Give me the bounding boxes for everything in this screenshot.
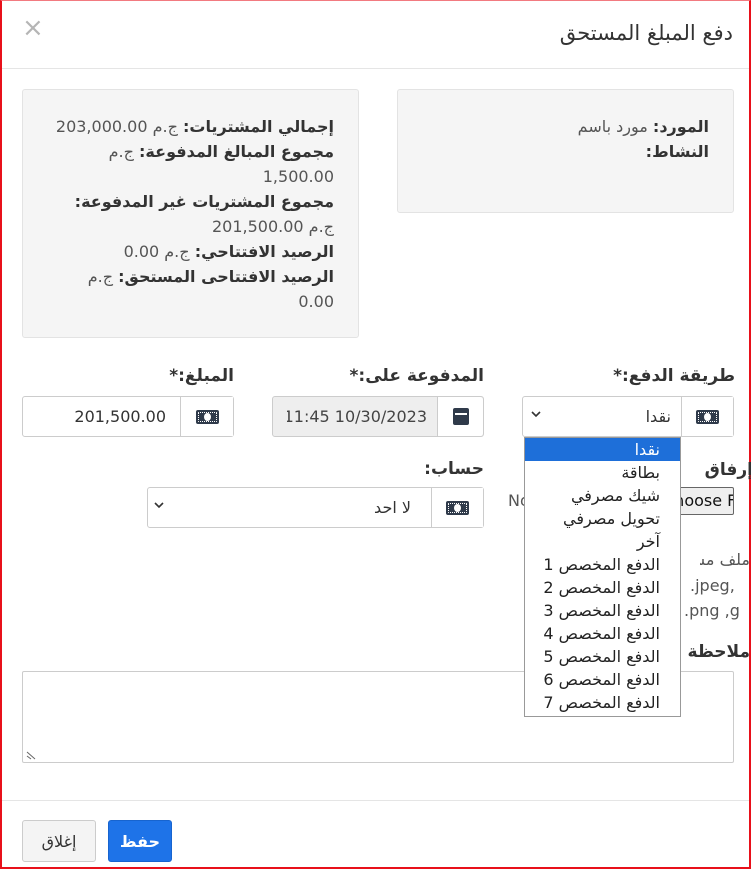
payment-method-select[interactable]: نقدا bbox=[522, 396, 734, 437]
supplier-value: مورد باسم bbox=[577, 117, 648, 136]
save-button[interactable]: حفظ bbox=[108, 820, 172, 862]
calendar-icon-addon bbox=[437, 397, 483, 436]
opening-balance-label: الرصيد الافتتاحي: bbox=[194, 242, 334, 261]
payment-method-value: نقدا bbox=[645, 407, 671, 426]
payment-option[interactable]: الدفع المخصص 4 bbox=[525, 622, 680, 645]
amount-label: المبلغ:* bbox=[169, 366, 234, 386]
total-purchases-label: إجمالي المشتريات: bbox=[183, 117, 334, 136]
activity-row: النشاط: bbox=[422, 139, 709, 164]
amount-input[interactable]: 201,500.00 bbox=[22, 396, 234, 437]
account-value: لا احد bbox=[374, 498, 411, 517]
unpaid-value: ج.م 201,500.00 bbox=[211, 217, 334, 236]
choose-file-button[interactable]: Choose File bbox=[676, 487, 734, 515]
unpaid-label: مجموع المشتريات غير المدفوعة: bbox=[74, 192, 334, 211]
chevron-down-icon bbox=[531, 411, 541, 418]
payment-option[interactable]: تحويل مصرفي bbox=[525, 507, 680, 530]
choose-file-label: Choose File bbox=[676, 491, 733, 510]
payment-option[interactable]: بطاقة bbox=[525, 461, 680, 484]
file-hint-3: .png ,g bbox=[684, 601, 740, 620]
opening-due-value: 0.00 bbox=[298, 292, 334, 311]
file-hint-1: ملف مس bbox=[700, 550, 750, 569]
total-purchases-row: إجمالي المشتريات: ج.م 203,000.00 bbox=[47, 114, 334, 139]
paid-on-value: 10/30/2023 11:45 bbox=[287, 407, 427, 426]
money-icon-addon bbox=[431, 488, 483, 527]
money-icon bbox=[446, 500, 469, 515]
attach-label: إرفاق bbox=[704, 460, 751, 480]
payment-method-dropdown[interactable]: نقدا بطاقة شيك مصرفي تحويل مصرفي آخر الد… bbox=[524, 437, 681, 717]
total-paid-row: مجموع المبالغ المدفوعة: ج.م 1,500.00 bbox=[47, 139, 334, 189]
payment-option[interactable]: الدفع المخصص 5 bbox=[525, 645, 680, 668]
total-paid-value: 1,500.00 bbox=[262, 167, 334, 186]
money-icon-addon bbox=[681, 397, 733, 436]
payment-summary-box: إجمالي المشتريات: ج.م 203,000.00 مجموع ا… bbox=[22, 89, 359, 338]
payment-option[interactable]: شيك مصرفي bbox=[525, 484, 680, 507]
supplier-info-box: المورد: مورد باسم النشاط: bbox=[397, 89, 734, 213]
paid-on-label: المدفوعة على:* bbox=[349, 366, 485, 386]
total-paid-currency: ج.م bbox=[108, 142, 134, 161]
file-hint-2: .jpeg, bbox=[690, 576, 735, 595]
money-icon-addon bbox=[180, 397, 233, 436]
payment-option[interactable]: نقدا bbox=[525, 438, 680, 461]
payment-option[interactable]: الدفع المخصص 6 bbox=[525, 668, 680, 691]
modal-header: دفع المبلغ المستحق × bbox=[2, 1, 749, 69]
opening-due-label: الرصيد الافتتاحى المستحق: bbox=[118, 267, 334, 286]
money-icon bbox=[696, 409, 719, 424]
payment-method-label: طريقة الدفع:* bbox=[613, 366, 735, 386]
close-button[interactable]: إغلاق bbox=[22, 820, 96, 862]
unpaid-row: مجموع المشتريات غير المدفوعة: ج.م 201,50… bbox=[47, 189, 334, 239]
account-select[interactable]: لا احد bbox=[147, 487, 484, 528]
opening-balance-row: الرصيد الافتتاحي: ج.م 0.00 bbox=[47, 239, 334, 264]
total-purchases-value: ج.م 203,000.00 bbox=[55, 117, 178, 136]
amount-value: 201,500.00 bbox=[74, 407, 166, 426]
close-icon[interactable]: × bbox=[22, 15, 44, 41]
payment-option[interactable]: آخر bbox=[525, 530, 680, 553]
money-icon bbox=[195, 409, 219, 424]
supplier-label: المورد: bbox=[652, 117, 709, 136]
footer-divider bbox=[2, 800, 749, 801]
payment-option[interactable]: الدفع المخصص 7 bbox=[525, 691, 680, 714]
opening-due-currency: ج.م bbox=[87, 267, 114, 286]
total-paid-label: مجموع المبالغ المدفوعة: bbox=[139, 142, 334, 161]
calendar-icon bbox=[452, 408, 469, 425]
payment-option[interactable]: الدفع المخصص 2 bbox=[525, 576, 680, 599]
activity-label: النشاط: bbox=[645, 142, 709, 161]
resize-handle-icon[interactable] bbox=[26, 750, 36, 760]
account-label: حساب: bbox=[424, 459, 484, 479]
supplier-row: المورد: مورد باسم bbox=[422, 114, 709, 139]
chevron-down-icon bbox=[154, 502, 164, 509]
payment-option[interactable]: الدفع المخصص 1 bbox=[525, 553, 680, 576]
paid-on-input[interactable]: 10/30/2023 11:45 bbox=[272, 396, 484, 437]
payment-option[interactable]: الدفع المخصص 3 bbox=[525, 599, 680, 622]
opening-due-row: الرصيد الافتتاحى المستحق: ج.م 0.00 bbox=[47, 264, 334, 314]
notes-label: ملاحظة bbox=[687, 642, 750, 662]
modal-title: دفع المبلغ المستحق bbox=[559, 21, 733, 45]
opening-balance-value: ج.م 0.00 bbox=[123, 242, 190, 261]
